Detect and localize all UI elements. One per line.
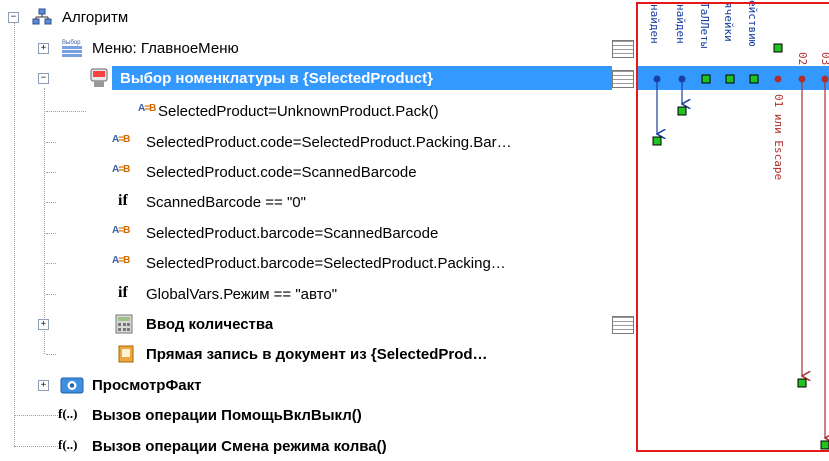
tree-item-label: Ввод количества bbox=[146, 315, 274, 333]
tree-item-assignment[interactable]: A = B SelectedProduct.barcode=ScannedBarco… bbox=[0, 218, 638, 248]
tree-line bbox=[46, 172, 56, 173]
tree-item-quantity-input[interactable]: + Ввод количества bbox=[0, 309, 638, 339]
tree-item-label: Вызов операции ПомощьВклВыкл() bbox=[92, 406, 362, 424]
calculator-icon bbox=[114, 314, 134, 334]
tree-item-product-selection[interactable]: − Выбор номенклатуры в {SelectedProduct} bbox=[0, 63, 638, 93]
svg-text:Выбор: Выбор bbox=[62, 40, 81, 46]
tree-item-fact-view[interactable]: + ПросмотрФакт bbox=[0, 370, 638, 400]
table-icon[interactable] bbox=[612, 316, 634, 334]
tree-item-label: ПросмотрФакт bbox=[92, 376, 202, 394]
tree-line bbox=[46, 233, 56, 234]
tree-line bbox=[14, 446, 58, 447]
menu-icon: Выбор bbox=[60, 38, 86, 58]
tree-item-label: SelectedProduct.code=SelectedProduct.Pac… bbox=[146, 133, 512, 151]
tree-line bbox=[46, 142, 56, 143]
tree-item-document-write[interactable]: Прямая запись в документ из {SelectedPro… bbox=[0, 339, 638, 369]
tree-item-label: SelectedProduct.barcode=ScannedBarcode bbox=[146, 224, 439, 242]
matrix-highlight-frame bbox=[636, 2, 829, 452]
tree-item-condition[interactable]: if GlobalVars.Режим == "авто" bbox=[0, 279, 638, 309]
tree-item-assignment[interactable]: A = B SelectedProduct.code=SelectedProduct… bbox=[0, 127, 638, 157]
tree-line bbox=[46, 111, 86, 112]
if-icon: if bbox=[118, 192, 128, 209]
tree-item-label: Меню: ГлавноеМеню bbox=[92, 39, 239, 57]
tree-item-assignment[interactable]: A = B SelectedProduct=UnknownProduct.Pack(… bbox=[0, 96, 638, 126]
tree-item-label: SelectedProduct=UnknownProduct.Pack() bbox=[158, 102, 439, 120]
view-icon bbox=[60, 375, 84, 395]
tree-item-label: Выбор номенклатуры в {SelectedProduct} bbox=[120, 69, 433, 87]
tree-item-label: SelectedProduct.barcode=SelectedProduct.… bbox=[146, 254, 506, 272]
assign-icon: A = B bbox=[112, 255, 130, 266]
document-icon bbox=[116, 344, 136, 364]
tree-item-condition[interactable]: if ScannedBarcode == "0" bbox=[0, 187, 638, 217]
expand-toggle[interactable]: + bbox=[38, 319, 49, 330]
tree-root[interactable]: − Алгоритм bbox=[0, 2, 638, 32]
tree-item-label: GlobalVars.Режим == "авто" bbox=[146, 285, 338, 303]
tree-item-label: ScannedBarcode == "0" bbox=[146, 193, 306, 211]
expand-toggle[interactable]: + bbox=[38, 380, 49, 391]
collapse-toggle[interactable]: − bbox=[38, 73, 49, 84]
tree-item-label: Прямая запись в документ из {SelectedPro… bbox=[146, 345, 488, 363]
tree-line bbox=[14, 415, 58, 416]
tree-item-label: Вызов операции Смена режима колва() bbox=[92, 437, 387, 455]
function-icon: f(..) bbox=[58, 437, 78, 452]
scanner-icon bbox=[88, 67, 110, 89]
function-icon: f(..) bbox=[58, 406, 78, 421]
table-icon[interactable] bbox=[612, 40, 634, 58]
tree-root-label: Алгоритм bbox=[62, 8, 129, 26]
tree-item-help-toggle-call[interactable]: f(..) Вызов операции ПомощьВклВыкл() bbox=[0, 400, 638, 430]
tree-item-menu[interactable]: + Выбор Меню: ГлавноеМеню bbox=[0, 33, 638, 63]
assign-icon: A = B bbox=[112, 164, 130, 175]
hierarchy-icon bbox=[32, 8, 52, 26]
algorithm-tree: − Алгоритм + Выбор Меню: ГлавноеМеню − В… bbox=[0, 0, 638, 457]
tree-line bbox=[46, 263, 56, 264]
tree-item-assignment[interactable]: A = B SelectedProduct.code=ScannedBarcode bbox=[0, 157, 638, 187]
tree-item-label: SelectedProduct.code=ScannedBarcode bbox=[146, 163, 417, 181]
if-icon: if bbox=[118, 284, 128, 301]
tree-line bbox=[46, 202, 56, 203]
assign-icon: A = B bbox=[112, 225, 130, 236]
tree-item-assignment[interactable]: A = B SelectedProduct.barcode=SelectedProd… bbox=[0, 248, 638, 278]
assign-icon: A = B bbox=[112, 134, 130, 145]
table-icon[interactable] bbox=[612, 70, 634, 88]
assign-icon: A = B bbox=[138, 103, 156, 114]
expand-toggle[interactable]: + bbox=[38, 43, 49, 54]
tree-line bbox=[46, 354, 56, 355]
tree-line bbox=[46, 294, 56, 295]
